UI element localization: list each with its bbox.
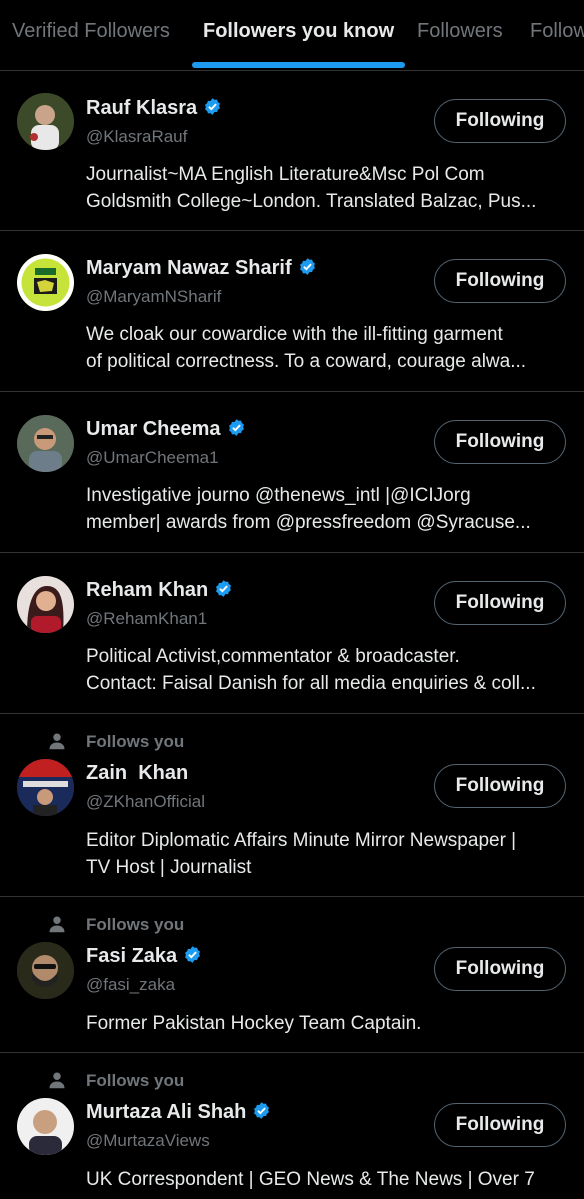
user-name[interactable]: Rauf Klasra [86,97,197,119]
avatar[interactable] [17,254,74,311]
bio-line: UK Correspondent | GEO News & The News |… [86,1169,535,1190]
bio-line: Editor Diplomatic Affairs Minute Mirror … [86,830,517,851]
user-handle: @MurtazaViews [86,1131,210,1150]
bio-line: Journalist~MA English Literature&Msc Pol… [86,164,485,185]
avatar[interactable] [17,942,74,999]
bio-line: TV Host | Journalist [86,857,252,878]
user-handle: @ZKhanOfficial [86,792,205,811]
tab-followers-you-know[interactable]: Followers you know [203,20,394,43]
bio-line: We cloak our cowardice with the ill-fitt… [86,324,503,345]
verified-badge-icon [228,419,244,436]
tab-bar: Verified Followers Followers you know Fo… [0,0,584,71]
user-bio: Political Activist,commentator & broadca… [86,643,570,697]
bio-line: Former Pakistan Hockey Team Captain. [86,1013,422,1034]
user-name[interactable]: Umar Cheema [86,418,221,440]
user-name[interactable]: Fasi Zaka [86,945,177,967]
following-button[interactable]: Following [434,259,566,303]
user-name[interactable]: Murtaza Ali Shah [86,1101,246,1123]
tab-following[interactable]: Follow [530,20,584,43]
avatar[interactable] [17,93,74,150]
bio-line: Goldsmith College~London. Translated Bal… [86,191,537,212]
user-row-maryam-nawaz-sharif[interactable]: Maryam Nawaz Sharif @MaryamNSharif Follo… [0,231,584,392]
avatar[interactable] [17,576,74,633]
user-handle: @UmarCheema1 [86,448,219,467]
avatar[interactable] [17,759,74,816]
user-handle: @MaryamNSharif [86,287,222,306]
bio-line: Contact: Faisal Danish for all media enq… [86,673,536,694]
user-row-reham-khan[interactable]: Reham Khan @RehamKhan1 Following Politic… [0,553,584,714]
user-bio: We cloak our cowardice with the ill-fitt… [86,321,570,375]
verified-badge-icon [205,98,221,115]
verified-badge-icon [185,946,201,963]
user-row-murtaza-ali-shah[interactable]: Follows you Murtaza Ali Shah @MurtazaVie… [0,1053,584,1199]
following-button[interactable]: Following [434,1103,566,1147]
user-bio: UK Correspondent | GEO News & The News |… [86,1166,570,1193]
user-bio: Journalist~MA English Literature&Msc Pol… [86,161,570,215]
user-bio: Former Pakistan Hockey Team Captain. [86,1010,570,1037]
user-row-zain-khan[interactable]: Follows you Zain Khan @ZKhanOfficial Fol… [0,714,584,897]
follows-you-label: Follows you [86,915,185,934]
verified-badge-icon [254,1102,270,1119]
user-bio: Investigative journo @thenews_intl |@ICI… [86,482,570,536]
user-row-umar-cheema[interactable]: Umar Cheema @UmarCheema1 Following Inves… [0,392,584,553]
user-row-fasi-zaka[interactable]: Follows you Fasi Zaka @fasi_zaka Followi… [0,897,584,1053]
user-row-rauf-klasra[interactable]: Rauf Klasra @KlasraRauf Following Journa… [0,71,584,231]
user-handle: @RehamKhan1 [86,609,208,628]
person-icon [49,733,65,750]
bio-line: member| awards from @pressfreedom @Syrac… [86,512,531,533]
verified-badge-icon [216,580,232,597]
tab-verified-followers[interactable]: Verified Followers [12,20,170,43]
bio-line: Investigative journo @thenews_intl |@ICI… [86,485,471,506]
user-name[interactable]: Reham Khan [86,579,208,601]
person-icon [49,1072,65,1089]
user-name[interactable]: Maryam Nawaz Sharif [86,257,292,279]
user-bio: Editor Diplomatic Affairs Minute Mirror … [86,827,570,881]
user-handle: @KlasraRauf [86,127,188,146]
avatar[interactable] [17,415,74,472]
bio-line: Political Activist,commentator & broadca… [86,646,460,667]
active-tab-indicator [192,62,405,68]
person-icon [49,916,65,933]
following-button[interactable]: Following [434,764,566,808]
following-button[interactable]: Following [434,581,566,625]
tab-followers[interactable]: Followers [417,20,503,43]
user-handle: @fasi_zaka [86,975,176,994]
follows-you-label: Follows you [86,1071,185,1090]
following-button[interactable]: Following [434,947,566,991]
verified-badge-icon [299,258,315,275]
user-name[interactable]: Zain Khan [86,762,188,784]
avatar[interactable] [17,1098,74,1155]
following-button[interactable]: Following [434,99,566,143]
bio-line: of political correctness. To a coward, c… [86,351,527,372]
follows-you-label: Follows you [86,732,185,751]
following-button[interactable]: Following [434,420,566,464]
